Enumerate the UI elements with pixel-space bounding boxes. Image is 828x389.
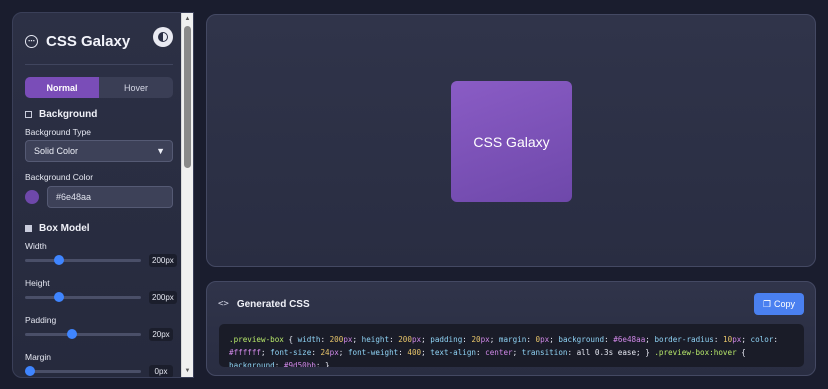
code-icon: <> (218, 299, 229, 309)
theme-toggle-button[interactable] (153, 27, 173, 47)
scrollbar-thumb[interactable] (184, 26, 191, 168)
preview-panel: CSS Galaxy (206, 14, 816, 267)
width-value: 200px (149, 254, 177, 267)
height-slider[interactable] (25, 292, 141, 302)
color-hex-input[interactable]: #6e48aa (47, 186, 173, 208)
background-type-label: Background Type (25, 127, 91, 137)
slider-track (25, 370, 141, 373)
css-code-output[interactable]: .preview-box { width: 200px; height: 200… (219, 324, 804, 367)
margin-label: Margin (25, 352, 51, 362)
padding-slider[interactable] (25, 329, 141, 339)
copy-button[interactable]: ❐ Copy (754, 293, 804, 315)
slider-track (25, 333, 141, 336)
sidebar-scrollbar[interactable]: ▲ ▼ (181, 13, 193, 377)
slider-track (25, 296, 141, 299)
state-tabs: Normal Hover (25, 77, 173, 98)
tab-normal[interactable]: Normal (25, 77, 99, 98)
section-title: Background (39, 108, 98, 120)
box-model-section-header: Box Model (25, 221, 90, 235)
scroll-up-arrow-icon[interactable]: ▲ (182, 13, 193, 25)
background-section-header: Background (25, 107, 97, 121)
copy-label: Copy (774, 299, 796, 309)
copy-icon: ❐ (762, 298, 772, 309)
height-label: Height (25, 278, 50, 288)
square-icon (25, 224, 32, 232)
code-panel-header: <> Generated CSS (218, 296, 310, 312)
select-value: Solid Color (34, 146, 79, 156)
height-value: 200px (149, 291, 177, 304)
background-color-label: Background Color (25, 172, 94, 182)
square-icon (25, 110, 32, 118)
hex-value: #6e48aa (56, 192, 92, 202)
color-swatch[interactable] (25, 190, 39, 204)
margin-slider[interactable] (25, 366, 141, 376)
panel-title: Generated CSS (236, 298, 310, 310)
background-type-select[interactable]: Solid Color ▼ (25, 140, 173, 162)
settings-sidebar: ⋯ CSS Galaxy Normal Hover Background Bac… (12, 12, 194, 378)
section-title: Box Model (39, 222, 90, 234)
tab-hover[interactable]: Hover (99, 77, 173, 98)
padding-value: 20px (149, 328, 173, 341)
app-title: CSS Galaxy (46, 32, 131, 50)
dropdown-arrow-icon: ▼ (156, 146, 165, 156)
generated-css-panel: <> Generated CSS ❐ Copy .preview-box { w… (206, 281, 816, 376)
slider-thumb[interactable] (53, 255, 64, 265)
galaxy-icon: ⋯ (25, 34, 38, 48)
width-slider[interactable] (25, 255, 141, 265)
padding-label: Padding (25, 315, 57, 325)
slider-thumb[interactable] (67, 329, 78, 339)
sidebar-header: ⋯ CSS Galaxy (25, 27, 173, 55)
slider-track (25, 259, 141, 262)
half-moon-icon (158, 32, 168, 42)
slider-thumb[interactable] (25, 366, 35, 376)
preview-box[interactable]: CSS Galaxy (451, 81, 572, 202)
divider (25, 64, 173, 65)
width-label: Width (25, 241, 47, 251)
scroll-down-arrow-icon[interactable]: ▼ (182, 365, 193, 377)
margin-value: 0px (149, 365, 173, 377)
slider-thumb[interactable] (53, 292, 64, 302)
